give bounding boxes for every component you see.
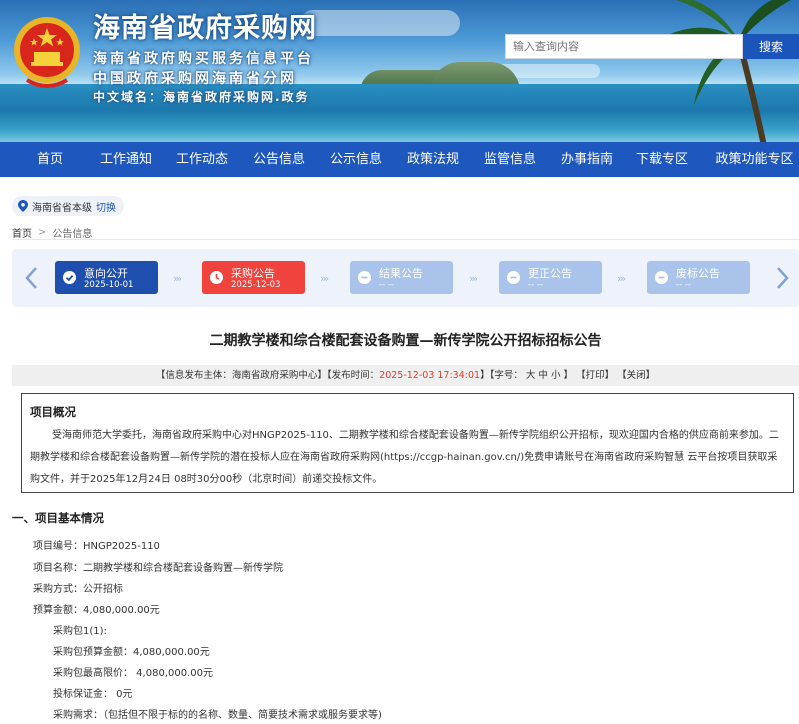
site-domain-name: 中文域名：海南省政府采购网.政务	[93, 90, 310, 104]
overview-text: 受海南师范大学委托，海南省政府采购中心对HNGP2025-110、二期教学楼和综…	[30, 430, 779, 485]
site-subtitle-1: 海南省政府购买服务信息平台	[93, 51, 314, 67]
chevron-left-icon[interactable]	[22, 265, 42, 291]
nav-item-publicity[interactable]: 公示信息	[306, 142, 406, 177]
step-arrow-icon: ›››	[469, 272, 478, 285]
procurement-steps: 意向公开 2025-10-01 ››› 采购公告 2025-12-03 ››› …	[12, 249, 799, 307]
font-size-large-link[interactable]: 大	[526, 370, 536, 381]
step-label: 更正公告	[528, 267, 572, 280]
step-cancel-notice[interactable]: 废标公告 -- --	[647, 261, 750, 294]
step-date: -- --	[676, 280, 691, 290]
nav-item-work-notice[interactable]: 工作通知	[100, 142, 152, 177]
nav-item-announcements[interactable]: 公告信息	[252, 142, 306, 177]
step-correction-notice[interactable]: 更正公告 -- --	[499, 261, 602, 294]
meta-font-close: 】	[563, 370, 574, 381]
clock-icon	[210, 271, 223, 284]
article-meta-bar: 【信息发布主体：海南省政府采购中心】【发布时间：2025-12-03 17:34…	[12, 365, 799, 386]
search-button[interactable]: 搜索	[743, 34, 799, 59]
project-number: 项目编号：HNGP2025-110	[33, 541, 160, 552]
main-nav: 首页 工作通知 工作动态 公告信息 公示信息 政策法规 监管信息 办事指南 下载…	[0, 142, 799, 177]
region-selector: 海南省省本级 切换	[12, 196, 124, 216]
bid-bond: 投标保证金： 0元	[53, 689, 133, 700]
step-date: 2025-12-03	[231, 280, 281, 290]
minus-circle-icon	[507, 271, 520, 284]
breadcrumb-current[interactable]: 公告信息	[52, 225, 92, 240]
step-label: 废标公告	[676, 267, 720, 280]
close-link[interactable]: 【关闭】	[617, 370, 655, 381]
step-label: 结果公告	[379, 267, 423, 280]
meta-time-label: 【发布时间：	[326, 370, 380, 381]
procurement-demand: 采购需求：（包括但不限于标的的名称、数量、简要技术需求或服务要求等)	[53, 710, 382, 721]
nav-item-work-news[interactable]: 工作动态	[152, 142, 252, 177]
national-emblem-icon	[14, 17, 80, 88]
step-arrow-icon: ›››	[320, 272, 329, 285]
nav-item-policy-function[interactable]: 政策功能专区	[710, 142, 799, 177]
region-switch-link[interactable]: 切换	[96, 199, 116, 214]
chevron-right-icon[interactable]	[772, 265, 792, 291]
step-date: -- --	[379, 280, 394, 290]
step-date: 2025-10-01	[84, 280, 134, 290]
step-arrow-icon: ›››	[173, 272, 182, 285]
meta-font-label: 【字号：	[489, 370, 523, 381]
budget-amount: 预算金额：4,080,000.00元	[33, 605, 160, 616]
meta-publisher: 【信息发布主体：海南省政府采购中心】	[155, 370, 327, 381]
cloud	[300, 10, 460, 36]
site-title: 海南省政府采购网	[93, 13, 317, 44]
minus-circle-icon	[655, 271, 668, 284]
font-size-small-link[interactable]: 小	[551, 370, 561, 381]
article-title: 二期教学楼和综合楼配套设备购置—新传学院公开招标招标公告	[209, 333, 602, 349]
package-max-price: 采购包最高限价： 4,080,000.00元	[53, 668, 213, 679]
meta-publish-time: 2025-12-03 17:34:01	[379, 370, 481, 381]
step-label: 采购公告	[231, 267, 275, 280]
package-title: 采购包1(1):	[53, 626, 107, 637]
package-budget: 采购包预算金额：4,080,000.00元	[53, 647, 210, 658]
step-arrow-icon: ›››	[617, 272, 626, 285]
section-title-basic-info: 一、项目基本情况	[12, 511, 104, 525]
location-pin-icon	[18, 200, 28, 212]
overview-heading: 项目概况	[30, 405, 76, 419]
search-input[interactable]	[505, 34, 743, 59]
site-banner: 海南省政府采购网 海南省政府购买服务信息平台 中国政府采购网海南省分网 中文域名…	[0, 0, 799, 142]
nav-item-guide[interactable]: 办事指南	[560, 142, 614, 177]
project-name: 项目名称：二期教学楼和综合楼配套设备购置—新传学院	[33, 563, 283, 574]
site-subtitle-2: 中国政府采购网海南省分网	[93, 71, 297, 87]
procurement-method: 采购方式：公开招标	[33, 584, 123, 595]
nav-item-downloads[interactable]: 下载专区	[614, 142, 710, 177]
font-size-medium-link[interactable]: 中	[538, 370, 548, 381]
meta-time-close: 】	[480, 370, 490, 381]
print-link[interactable]: 【打印】	[576, 370, 614, 381]
step-date: -- --	[528, 280, 543, 290]
minus-circle-icon	[358, 271, 371, 284]
nav-item-supervision[interactable]: 监管信息	[460, 142, 560, 177]
region-name: 海南省省本级	[32, 202, 92, 214]
check-circle-icon	[63, 271, 76, 284]
step-intent[interactable]: 意向公开 2025-10-01	[55, 261, 158, 294]
palm-tree-icon	[639, 0, 799, 142]
step-label: 意向公开	[84, 267, 128, 280]
nav-item-policies[interactable]: 政策法规	[406, 142, 460, 177]
nav-item-home[interactable]: 首页	[0, 142, 100, 177]
divider	[12, 239, 799, 240]
project-overview-box: 项目概况 受海南师范大学委托，海南省政府采购中心对HNGP2025-110、二期…	[21, 393, 794, 493]
step-result-notice[interactable]: 结果公告 -- --	[350, 261, 453, 294]
breadcrumb-separator: >	[38, 227, 47, 238]
breadcrumb: 首页 > 公告信息	[12, 225, 92, 240]
breadcrumb-home[interactable]: 首页	[12, 225, 32, 240]
step-purchase-notice[interactable]: 采购公告 2025-12-03	[202, 261, 305, 294]
